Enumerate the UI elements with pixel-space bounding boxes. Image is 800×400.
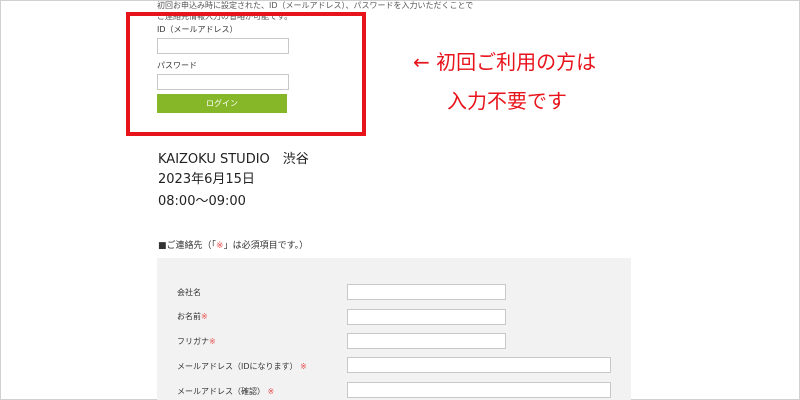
required-mark: ※ bbox=[216, 241, 224, 251]
email-label: メールアドレス（IDになります） ※ bbox=[177, 362, 307, 371]
login-button[interactable]: ログイン bbox=[157, 94, 287, 113]
contact-form-panel bbox=[157, 258, 631, 400]
name-label: お名前※ bbox=[177, 312, 208, 321]
required-mark: ※ bbox=[267, 387, 275, 396]
id-input[interactable] bbox=[157, 38, 289, 54]
password-input[interactable] bbox=[157, 74, 289, 90]
login-form: ID（メールアドレス） パスワード bbox=[157, 24, 297, 90]
required-mark: ※ bbox=[201, 312, 208, 321]
contact-heading: ■ご連絡先（「※」は必須項目です。） bbox=[158, 238, 308, 251]
company-name-label: 会社名 bbox=[177, 288, 201, 297]
name-input[interactable] bbox=[347, 309, 506, 325]
contact-heading-suffix: 」は必須項目です。） bbox=[223, 241, 309, 251]
event-time: 08:00〜09:00 bbox=[158, 194, 246, 209]
annotation-line1: ← 初回ご利用の方は bbox=[413, 50, 597, 74]
password-label: パスワード bbox=[157, 61, 197, 70]
email-confirm-input[interactable] bbox=[347, 382, 611, 398]
contact-heading-prefix: ■ご連絡先（「 bbox=[158, 241, 217, 251]
furigana-label: フリガナ※ bbox=[177, 337, 216, 346]
email-confirm-label: メールアドレス（確認） ※ bbox=[177, 387, 275, 396]
required-mark: ※ bbox=[209, 337, 216, 346]
login-notice-line2: ご連絡先情報入力の省略が可能です。 bbox=[157, 12, 293, 21]
furigana-input[interactable] bbox=[347, 333, 506, 349]
login-notice-line1: 初回お申込み時に設定された、ID（メールアドレス）、パスワードを入力いただくこと… bbox=[157, 1, 474, 10]
email-input[interactable] bbox=[347, 357, 611, 373]
event-date: 2023年6月15日 bbox=[158, 172, 255, 187]
annotation-line2: 入力不要です bbox=[447, 89, 567, 113]
event-venue: KAIZOKU STUDIO 渋谷 bbox=[158, 152, 309, 167]
id-label: ID（メールアドレス） bbox=[157, 25, 238, 34]
company-name-input[interactable] bbox=[347, 284, 506, 300]
required-mark: ※ bbox=[300, 362, 307, 371]
